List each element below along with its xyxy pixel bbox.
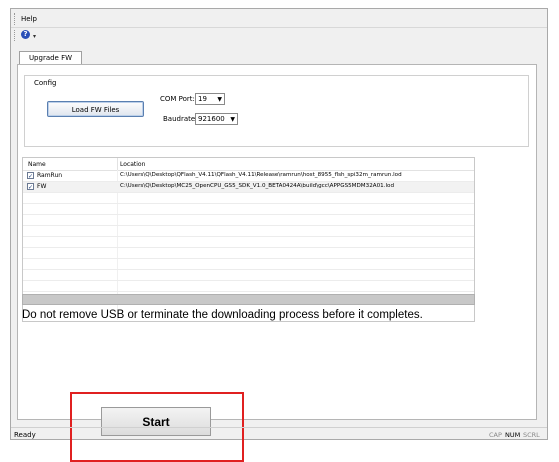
empty-row [23, 226, 474, 237]
toolbar-grip [14, 30, 17, 41]
baudrate-value: 921600 [198, 115, 225, 123]
scrl-indicator: SCRL [523, 431, 540, 439]
empty-row [23, 204, 474, 215]
chevron-down-icon: ▼ [217, 96, 222, 103]
row-checkbox[interactable]: ✓ [27, 183, 34, 191]
column-divider[interactable] [117, 158, 118, 170]
row-name: RamRun [37, 172, 63, 179]
status-text: Ready [14, 431, 36, 439]
com-port-label: COM Port: [160, 95, 195, 103]
app-window: Help ? ▾ Upgrade FW Config Load FW Files… [10, 8, 548, 462]
list-item[interactable]: ✓ RamRun C:\Users\Q\Desktop\QFlash_V4.11… [23, 171, 474, 182]
chevron-down-icon: ▼ [230, 116, 235, 123]
empty-row [23, 281, 474, 292]
baudrate-label: Baudrate: [163, 115, 198, 123]
row-location: C:\Users\Q\Desktop\MC25_OpenCPU_GS5_SDK_… [120, 183, 395, 189]
list-header: Name Location [23, 158, 474, 171]
row-checkbox[interactable]: ✓ [27, 172, 34, 180]
row-location: C:\Users\Q\Desktop\QFlash_V4.11\QFlash_V… [120, 172, 402, 178]
empty-row [23, 215, 474, 226]
upgrade-fw-panel: Config Load FW Files COM Port: 19 ▼ Baud… [17, 64, 537, 462]
column-header-location[interactable]: Location [120, 161, 145, 168]
empty-row [23, 270, 474, 281]
empty-row [23, 193, 474, 204]
tab-upgrade-fw[interactable]: Upgrade FW [19, 51, 82, 64]
load-fw-files-button[interactable]: Load FW Files [47, 101, 144, 117]
row-name: FW [37, 183, 47, 190]
com-port-value: 19 [198, 95, 207, 103]
status-bar: Ready CAP NUM SCRL [11, 427, 547, 441]
download-progress-bar [22, 294, 475, 305]
question-icon[interactable]: ? [21, 30, 30, 39]
config-group: Config Load FW Files COM Port: 19 ▼ Baud… [24, 75, 529, 147]
com-port-select[interactable]: 19 ▼ [195, 93, 225, 105]
menubar-grip [14, 13, 17, 25]
empty-row [23, 248, 474, 259]
column-header-name[interactable]: Name [28, 161, 46, 168]
cap-indicator: CAP [489, 431, 502, 439]
empty-row [23, 237, 474, 248]
list-item[interactable]: ✓ FW C:\Users\Q\Desktop\MC25_OpenCPU_GS5… [23, 182, 474, 193]
warning-message: Do not remove USB or terminate the downl… [22, 309, 423, 321]
empty-row [23, 259, 474, 270]
config-group-label: Config [33, 79, 58, 87]
toolbar-overflow-icon[interactable]: ▾ [33, 33, 36, 40]
num-indicator: NUM [505, 431, 521, 439]
toolbar: ? ▾ [11, 27, 547, 43]
menu-bar: Help [11, 9, 547, 28]
baudrate-select[interactable]: 921600 ▼ [195, 113, 238, 125]
menu-help[interactable]: Help [21, 15, 37, 23]
